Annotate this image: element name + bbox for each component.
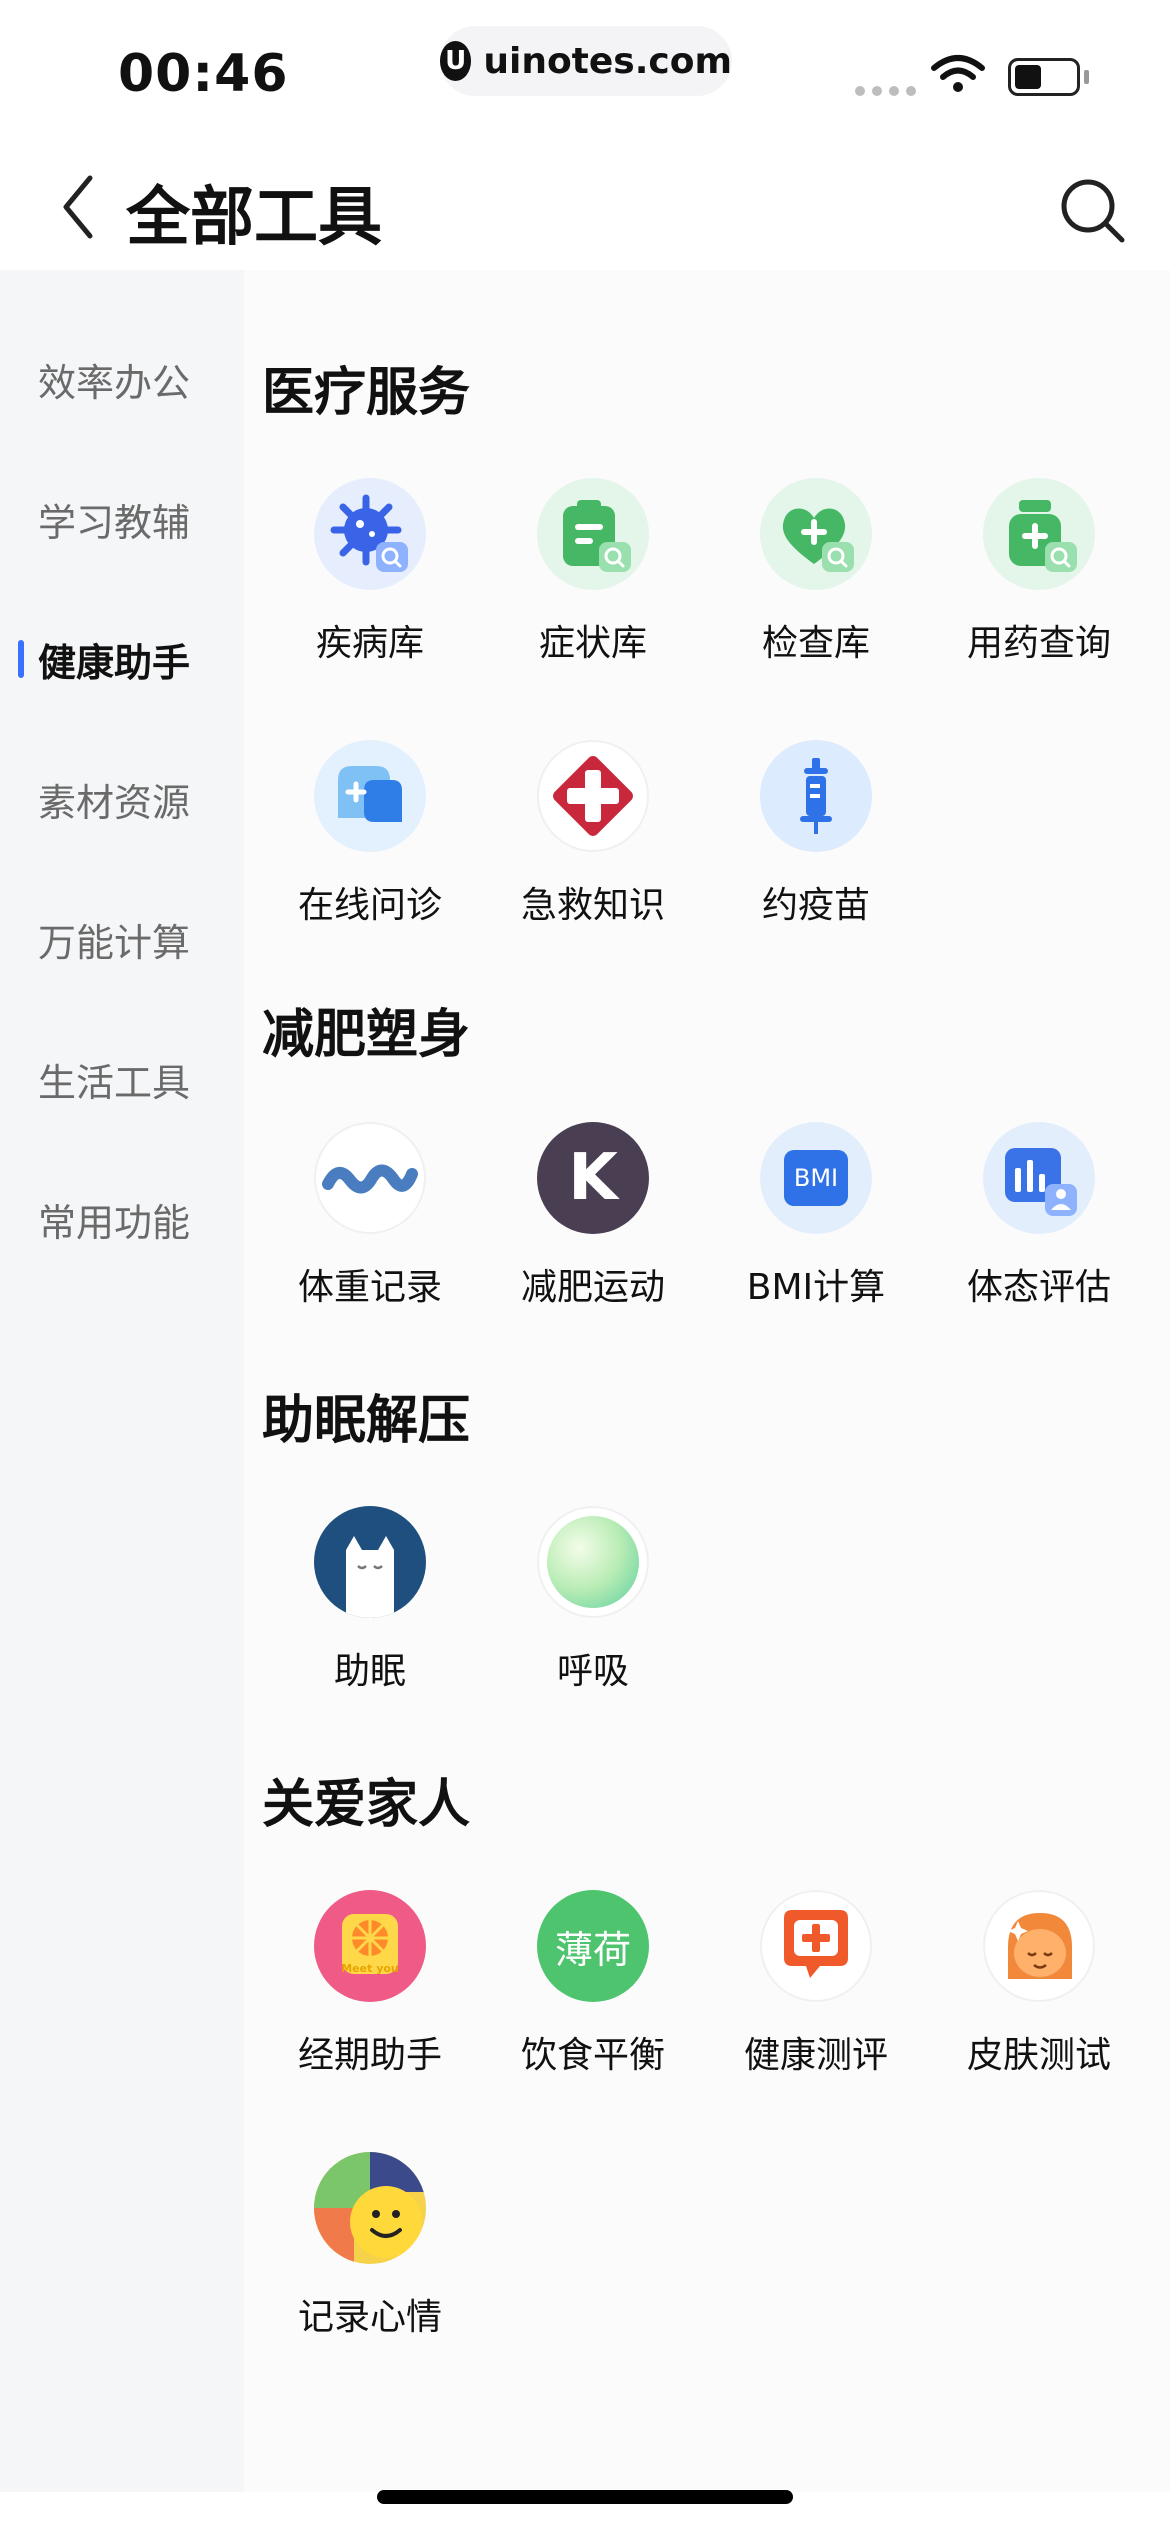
bohe-leaf-icon: 薄荷 [537, 1890, 649, 2002]
tool-label: 饮食平衡 [520, 2035, 665, 2076]
mood-faces-icon [314, 2152, 426, 2264]
tool-label: 体重记录 [297, 1267, 442, 1308]
sidebar-item-label: 健康助手 [38, 640, 191, 685]
chat-plus-icon [314, 740, 426, 852]
sleeping-cat-icon [314, 1506, 426, 1618]
section-title-sleep-relax: 助眠解压 [262, 1391, 471, 1451]
tool-period-assistant[interactable]: Meet you 经期助手 [260, 1890, 480, 2090]
tool-posture-assessment[interactable]: 体态评估 [929, 1122, 1149, 1322]
url-pill[interactable]: U uinotes.com [440, 26, 732, 96]
tools-content: 医疗服务 疾病库 症状库 检查库 用药查询 在线问诊 急救知识 约疫苗 减肥塑身… [244, 270, 1170, 2492]
tool-label: 呼吸 [556, 1651, 629, 1692]
tool-disease-library[interactable]: 疾病库 [260, 478, 480, 678]
battery-cap [1084, 70, 1089, 84]
grapefruit-meetyou-icon: Meet you [314, 1890, 426, 2002]
medicine-bottle-search-icon [983, 478, 1095, 590]
search-icon [1061, 179, 1125, 243]
tool-label: 急救知识 [520, 885, 665, 926]
sidebar-item-label: 效率办公 [38, 360, 191, 405]
tool-symptom-library[interactable]: 症状库 [483, 478, 703, 678]
tool-skin-test[interactable]: 皮肤测试 [929, 1890, 1149, 2090]
tool-diet-balance[interactable]: 薄荷 饮食平衡 [483, 1890, 703, 2090]
chevron-left-icon [63, 175, 93, 239]
sidebar-item-label: 生活工具 [38, 1060, 191, 1105]
sidebar-item-health[interactable]: 健康助手 [0, 614, 244, 704]
face-sparkle-icon [983, 1890, 1095, 2002]
bar-chart-person-icon [983, 1122, 1095, 1234]
tool-breathing[interactable]: 呼吸 [483, 1506, 703, 1706]
heart-plus-search-icon [760, 478, 872, 590]
status-time: 00:46 [118, 44, 289, 104]
battery-icon [1008, 58, 1080, 96]
sidebar-item-life-tools[interactable]: 生活工具 [0, 1034, 244, 1124]
tool-label: 助眠 [333, 1651, 406, 1692]
url-text: uinotes.com [483, 40, 732, 82]
tool-bmi-calc[interactable]: BMI BMI计算 [706, 1122, 926, 1322]
sidebar-item-label: 常用功能 [38, 1200, 191, 1245]
bmi-badge-icon: BMI [760, 1122, 872, 1234]
chat-cross-icon [760, 1890, 872, 2002]
sidebar-item-study[interactable]: 学习教辅 [0, 474, 244, 564]
tool-label: 皮肤测试 [966, 2035, 1111, 2076]
sidebar-item-calculator[interactable]: 万能计算 [0, 894, 244, 984]
page-title: 全部工具 [126, 181, 382, 255]
sidebar-item-label: 学习教辅 [38, 500, 191, 545]
tool-label: 记录心情 [297, 2297, 442, 2338]
sidebar-item-efficiency[interactable]: 效率办公 [0, 334, 244, 424]
header: 全部工具 [0, 140, 1170, 270]
section-title-weight-loss: 减肥塑身 [262, 1005, 471, 1065]
tool-label: 疾病库 [315, 623, 424, 664]
section-title-family-care: 关爱家人 [262, 1775, 471, 1835]
bmi-badge-text: BMI [784, 1150, 848, 1206]
status-bar: 00:46 U uinotes.com [0, 0, 1170, 140]
back-button[interactable] [48, 170, 108, 244]
wifi-icon [931, 55, 985, 92]
sidebar-item-materials[interactable]: 素材资源 [0, 754, 244, 844]
signal-icon [855, 86, 916, 96]
tool-label: 在线问诊 [297, 885, 442, 926]
sidebar: 效率办公 学习教辅 健康助手 素材资源 万能计算 生活工具 常用功能 [0, 270, 244, 2492]
tool-weight-loss-exercise[interactable]: K 减肥运动 [483, 1122, 703, 1322]
home-indicator[interactable] [377, 2490, 793, 2504]
keep-k-icon: K [537, 1122, 649, 1234]
clipboard-search-icon [537, 478, 649, 590]
tool-label: BMI计算 [746, 1267, 886, 1308]
tool-label: 减肥运动 [520, 1267, 665, 1308]
first-aid-cross-icon [537, 740, 649, 852]
tool-label: 体态评估 [966, 1267, 1111, 1308]
sidebar-item-label: 素材资源 [38, 780, 191, 825]
tool-online-consult[interactable]: 在线问诊 [260, 740, 480, 940]
tool-first-aid[interactable]: 急救知识 [483, 740, 703, 940]
syringe-icon [760, 740, 872, 852]
tool-label: 用药查询 [966, 623, 1111, 664]
virus-search-icon [314, 478, 426, 590]
wave-line-icon [314, 1122, 426, 1234]
tool-label: 检查库 [761, 623, 870, 664]
sidebar-item-common[interactable]: 常用功能 [0, 1174, 244, 1264]
section-title-medical: 医疗服务 [262, 363, 471, 423]
tool-label: 健康测评 [743, 2035, 888, 2076]
breath-orb-icon [537, 1506, 649, 1618]
uinotes-logo-icon: U [440, 41, 472, 81]
tool-label: 约疫苗 [761, 885, 870, 926]
tool-exam-library[interactable]: 检查库 [706, 478, 926, 678]
tool-label: 经期助手 [297, 2035, 442, 2076]
tool-medicine-query[interactable]: 用药查询 [929, 478, 1149, 678]
tool-label: 症状库 [538, 623, 647, 664]
search-button[interactable] [1058, 176, 1128, 246]
meetyou-text: Meet you [341, 1962, 399, 1975]
tool-sleep-aid[interactable]: 助眠 [260, 1506, 480, 1706]
tool-health-assessment[interactable]: 健康测评 [706, 1890, 926, 2090]
tool-weight-record[interactable]: 体重记录 [260, 1122, 480, 1322]
sidebar-item-label: 万能计算 [38, 920, 191, 965]
tool-mood-record[interactable]: 记录心情 [260, 2152, 480, 2352]
tool-vaccine-booking[interactable]: 约疫苗 [706, 740, 926, 940]
active-indicator [18, 640, 24, 678]
